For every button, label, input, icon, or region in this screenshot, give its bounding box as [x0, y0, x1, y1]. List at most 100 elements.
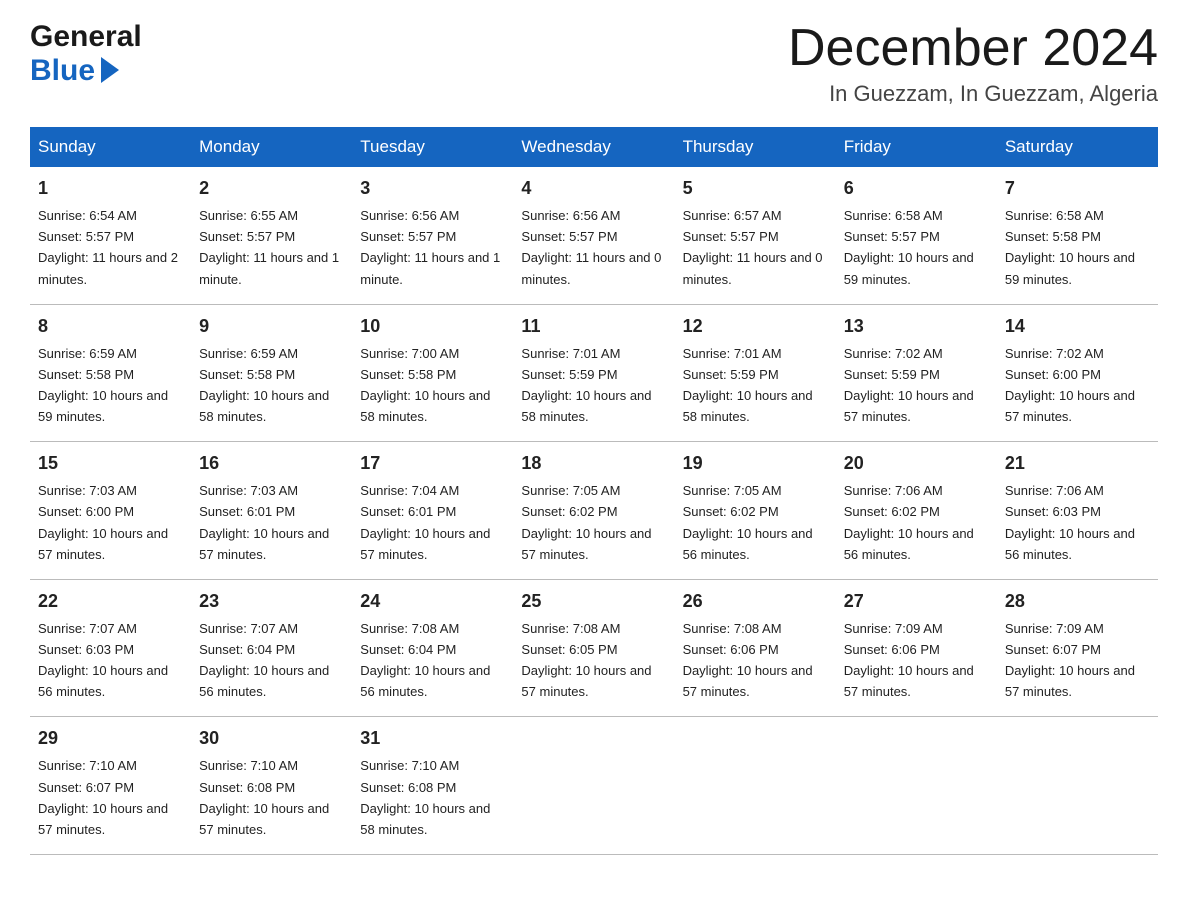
day-number: 20 — [844, 450, 989, 477]
month-title: December 2024 — [788, 20, 1158, 77]
day-info: Sunrise: 7:03 AMSunset: 6:01 PMDaylight:… — [199, 483, 329, 561]
day-info: Sunrise: 7:09 AMSunset: 6:07 PMDaylight:… — [1005, 621, 1135, 699]
day-number: 10 — [360, 313, 505, 340]
day-number: 22 — [38, 588, 183, 615]
day-number: 27 — [844, 588, 989, 615]
day-number: 31 — [360, 725, 505, 752]
day-info: Sunrise: 6:55 AMSunset: 5:57 PMDaylight:… — [199, 208, 339, 286]
day-cell: 5 Sunrise: 6:57 AMSunset: 5:57 PMDayligh… — [675, 167, 836, 304]
day-info: Sunrise: 7:07 AMSunset: 6:04 PMDaylight:… — [199, 621, 329, 699]
header-day-wednesday: Wednesday — [513, 127, 674, 167]
day-number: 28 — [1005, 588, 1150, 615]
day-info: Sunrise: 6:59 AMSunset: 5:58 PMDaylight:… — [199, 346, 329, 424]
day-number: 7 — [1005, 175, 1150, 202]
day-cell: 16 Sunrise: 7:03 AMSunset: 6:01 PMDaylig… — [191, 442, 352, 580]
header-day-tuesday: Tuesday — [352, 127, 513, 167]
day-number: 13 — [844, 313, 989, 340]
day-info: Sunrise: 7:07 AMSunset: 6:03 PMDaylight:… — [38, 621, 168, 699]
day-cell — [997, 717, 1158, 855]
calendar-table: SundayMondayTuesdayWednesdayThursdayFrid… — [30, 127, 1158, 855]
day-cell: 1 Sunrise: 6:54 AMSunset: 5:57 PMDayligh… — [30, 167, 191, 304]
day-cell: 24 Sunrise: 7:08 AMSunset: 6:04 PMDaylig… — [352, 579, 513, 717]
day-cell: 17 Sunrise: 7:04 AMSunset: 6:01 PMDaylig… — [352, 442, 513, 580]
day-info: Sunrise: 7:08 AMSunset: 6:04 PMDaylight:… — [360, 621, 490, 699]
day-number: 14 — [1005, 313, 1150, 340]
day-number: 17 — [360, 450, 505, 477]
day-info: Sunrise: 7:03 AMSunset: 6:00 PMDaylight:… — [38, 483, 168, 561]
week-row-5: 29 Sunrise: 7:10 AMSunset: 6:07 PMDaylig… — [30, 717, 1158, 855]
day-cell: 19 Sunrise: 7:05 AMSunset: 6:02 PMDaylig… — [675, 442, 836, 580]
day-info: Sunrise: 6:54 AMSunset: 5:57 PMDaylight:… — [38, 208, 178, 286]
day-cell: 4 Sunrise: 6:56 AMSunset: 5:57 PMDayligh… — [513, 167, 674, 304]
header-day-thursday: Thursday — [675, 127, 836, 167]
day-info: Sunrise: 7:05 AMSunset: 6:02 PMDaylight:… — [683, 483, 813, 561]
logo-arrow-icon — [101, 57, 119, 83]
day-info: Sunrise: 7:06 AMSunset: 6:03 PMDaylight:… — [1005, 483, 1135, 561]
day-cell: 29 Sunrise: 7:10 AMSunset: 6:07 PMDaylig… — [30, 717, 191, 855]
day-number: 30 — [199, 725, 344, 752]
day-info: Sunrise: 7:08 AMSunset: 6:06 PMDaylight:… — [683, 621, 813, 699]
location-title: In Guezzam, In Guezzam, Algeria — [788, 81, 1158, 107]
day-number: 9 — [199, 313, 344, 340]
week-row-4: 22 Sunrise: 7:07 AMSunset: 6:03 PMDaylig… — [30, 579, 1158, 717]
day-cell: 25 Sunrise: 7:08 AMSunset: 6:05 PMDaylig… — [513, 579, 674, 717]
logo: General Blue — [30, 20, 142, 88]
day-info: Sunrise: 7:10 AMSunset: 6:08 PMDaylight:… — [199, 758, 329, 836]
day-number: 24 — [360, 588, 505, 615]
day-number: 6 — [844, 175, 989, 202]
day-info: Sunrise: 6:57 AMSunset: 5:57 PMDaylight:… — [683, 208, 823, 286]
header-row: SundayMondayTuesdayWednesdayThursdayFrid… — [30, 127, 1158, 167]
week-row-3: 15 Sunrise: 7:03 AMSunset: 6:00 PMDaylig… — [30, 442, 1158, 580]
day-cell: 13 Sunrise: 7:02 AMSunset: 5:59 PMDaylig… — [836, 304, 997, 442]
day-number: 5 — [683, 175, 828, 202]
header: General Blue December 2024 In Guezzam, I… — [30, 20, 1158, 107]
day-cell: 2 Sunrise: 6:55 AMSunset: 5:57 PMDayligh… — [191, 167, 352, 304]
day-number: 15 — [38, 450, 183, 477]
day-cell: 28 Sunrise: 7:09 AMSunset: 6:07 PMDaylig… — [997, 579, 1158, 717]
day-cell: 6 Sunrise: 6:58 AMSunset: 5:57 PMDayligh… — [836, 167, 997, 304]
header-day-sunday: Sunday — [30, 127, 191, 167]
day-number: 4 — [521, 175, 666, 202]
title-area: December 2024 In Guezzam, In Guezzam, Al… — [788, 20, 1158, 107]
day-cell: 7 Sunrise: 6:58 AMSunset: 5:58 PMDayligh… — [997, 167, 1158, 304]
day-cell: 18 Sunrise: 7:05 AMSunset: 6:02 PMDaylig… — [513, 442, 674, 580]
week-row-1: 1 Sunrise: 6:54 AMSunset: 5:57 PMDayligh… — [30, 167, 1158, 304]
day-info: Sunrise: 6:56 AMSunset: 5:57 PMDaylight:… — [521, 208, 661, 286]
day-number: 8 — [38, 313, 183, 340]
day-number: 3 — [360, 175, 505, 202]
day-info: Sunrise: 7:05 AMSunset: 6:02 PMDaylight:… — [521, 483, 651, 561]
day-number: 16 — [199, 450, 344, 477]
header-day-saturday: Saturday — [997, 127, 1158, 167]
header-day-monday: Monday — [191, 127, 352, 167]
day-number: 12 — [683, 313, 828, 340]
day-cell: 3 Sunrise: 6:56 AMSunset: 5:57 PMDayligh… — [352, 167, 513, 304]
day-cell: 23 Sunrise: 7:07 AMSunset: 6:04 PMDaylig… — [191, 579, 352, 717]
day-info: Sunrise: 7:01 AMSunset: 5:59 PMDaylight:… — [683, 346, 813, 424]
day-info: Sunrise: 6:58 AMSunset: 5:57 PMDaylight:… — [844, 208, 974, 286]
day-info: Sunrise: 7:10 AMSunset: 6:08 PMDaylight:… — [360, 758, 490, 836]
day-cell: 12 Sunrise: 7:01 AMSunset: 5:59 PMDaylig… — [675, 304, 836, 442]
day-info: Sunrise: 6:56 AMSunset: 5:57 PMDaylight:… — [360, 208, 500, 286]
day-cell: 26 Sunrise: 7:08 AMSunset: 6:06 PMDaylig… — [675, 579, 836, 717]
day-cell: 20 Sunrise: 7:06 AMSunset: 6:02 PMDaylig… — [836, 442, 997, 580]
day-info: Sunrise: 7:06 AMSunset: 6:02 PMDaylight:… — [844, 483, 974, 561]
day-cell: 14 Sunrise: 7:02 AMSunset: 6:00 PMDaylig… — [997, 304, 1158, 442]
day-info: Sunrise: 7:08 AMSunset: 6:05 PMDaylight:… — [521, 621, 651, 699]
day-cell: 27 Sunrise: 7:09 AMSunset: 6:06 PMDaylig… — [836, 579, 997, 717]
day-info: Sunrise: 7:01 AMSunset: 5:59 PMDaylight:… — [521, 346, 651, 424]
logo-line1: General — [30, 20, 142, 54]
day-cell: 30 Sunrise: 7:10 AMSunset: 6:08 PMDaylig… — [191, 717, 352, 855]
logo-line2: Blue — [30, 54, 95, 88]
day-cell: 11 Sunrise: 7:01 AMSunset: 5:59 PMDaylig… — [513, 304, 674, 442]
day-cell — [675, 717, 836, 855]
day-cell: 15 Sunrise: 7:03 AMSunset: 6:00 PMDaylig… — [30, 442, 191, 580]
week-row-2: 8 Sunrise: 6:59 AMSunset: 5:58 PMDayligh… — [30, 304, 1158, 442]
day-cell — [836, 717, 997, 855]
day-info: Sunrise: 7:04 AMSunset: 6:01 PMDaylight:… — [360, 483, 490, 561]
day-number: 2 — [199, 175, 344, 202]
day-number: 26 — [683, 588, 828, 615]
day-number: 23 — [199, 588, 344, 615]
day-info: Sunrise: 6:58 AMSunset: 5:58 PMDaylight:… — [1005, 208, 1135, 286]
day-number: 19 — [683, 450, 828, 477]
day-cell — [513, 717, 674, 855]
